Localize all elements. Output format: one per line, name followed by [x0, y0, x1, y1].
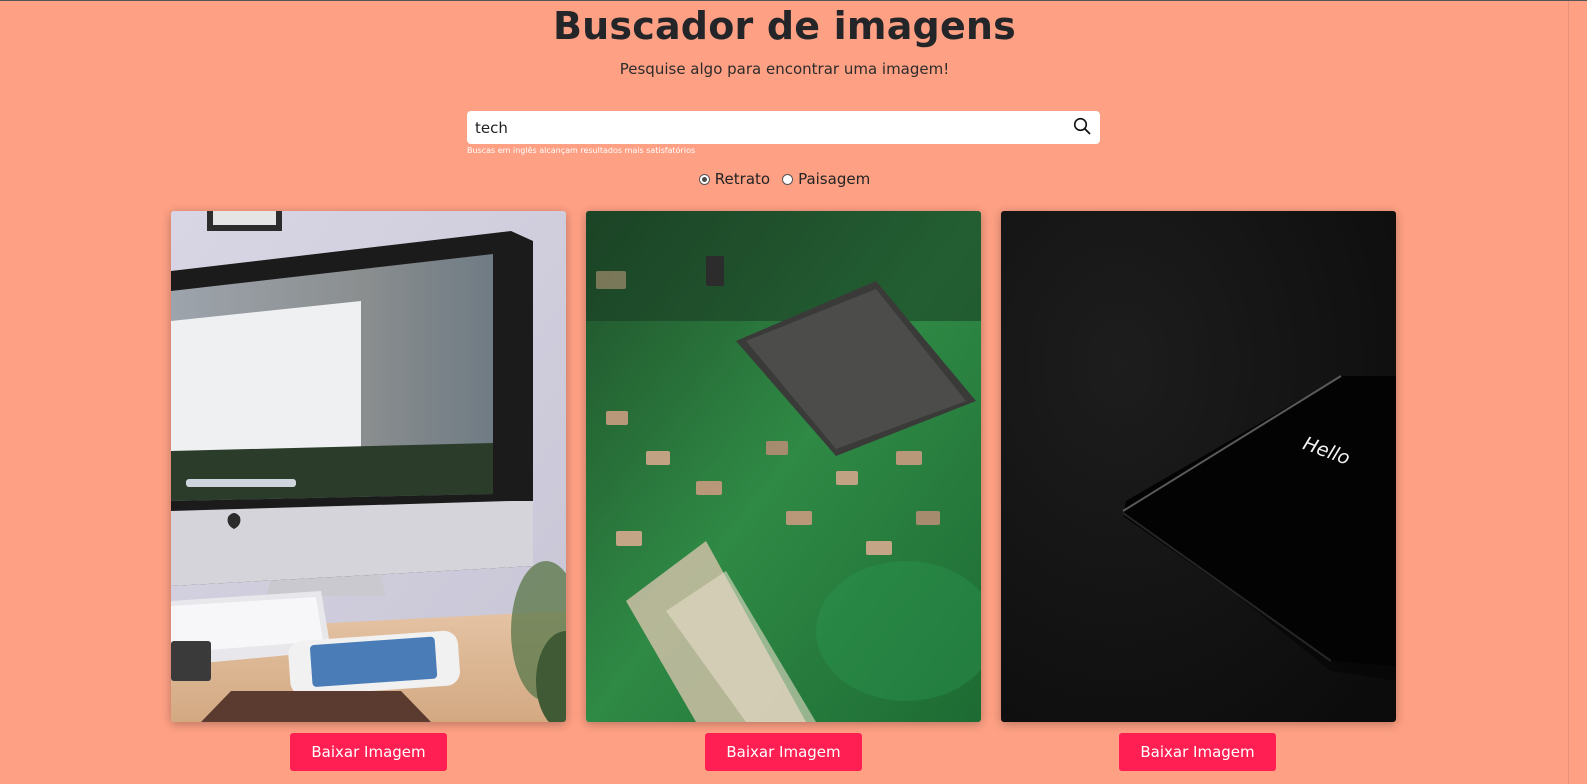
download-button-3[interactable]: Baixar Imagem — [1119, 733, 1276, 771]
result-image-3[interactable]: Hello — [1001, 211, 1396, 722]
radio-retrato-label: Retrato — [714, 170, 771, 188]
search-hint: Buscas em inglês alcançam resultados mai… — [467, 146, 696, 155]
radio-option-paisagem[interactable]: Paisagem — [782, 170, 870, 188]
search-bar — [467, 111, 1100, 144]
search-icon — [1073, 117, 1091, 138]
page-subtitle: Pesquise algo para encontrar uma imagem! — [619, 60, 950, 78]
result-image-1[interactable] — [171, 211, 566, 722]
page-scrollbar[interactable] — [1568, 1, 1587, 784]
radio-option-retrato[interactable]: Retrato — [698, 170, 771, 188]
radio-paisagem-label: Paisagem — [798, 170, 871, 188]
download-button-1[interactable]: Baixar Imagem — [290, 733, 447, 771]
result-image-2[interactable] — [586, 211, 981, 722]
search-button[interactable] — [1064, 111, 1100, 144]
search-input[interactable] — [467, 111, 1057, 144]
download-button-2[interactable]: Baixar Imagem — [705, 733, 862, 771]
page-title: Buscador de imagens — [553, 4, 1016, 48]
orientation-radio-group: Retrato Paisagem — [0, 170, 1569, 188]
radio-retrato[interactable] — [698, 173, 710, 185]
radio-paisagem[interactable] — [782, 173, 794, 185]
